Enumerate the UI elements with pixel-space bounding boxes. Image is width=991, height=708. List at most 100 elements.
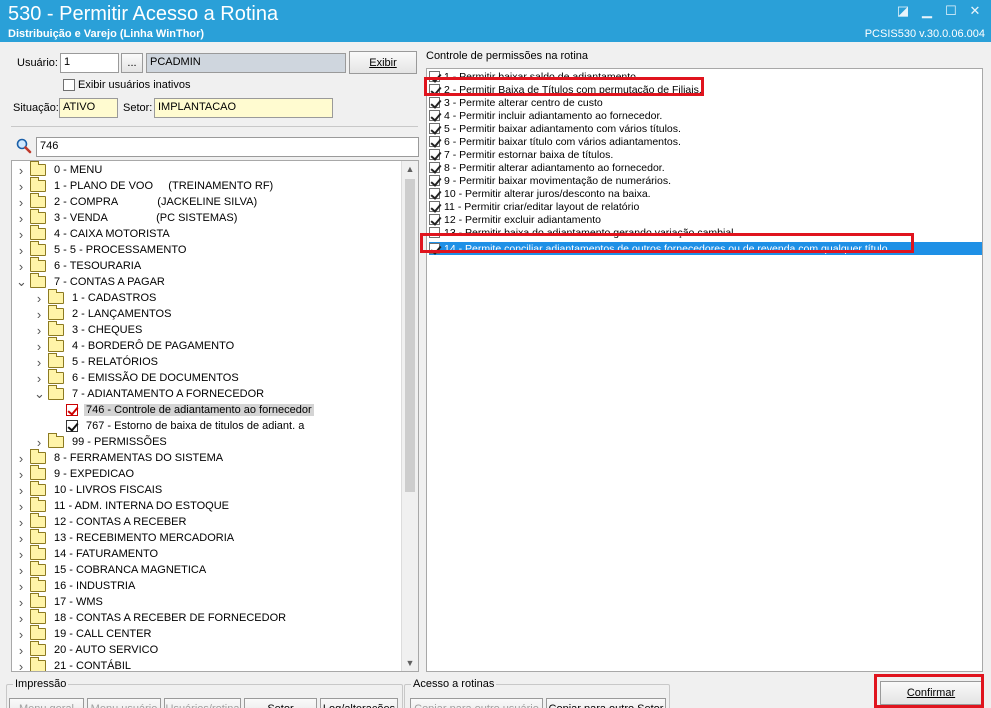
tree-node[interactable]: › 18 - CONTAS A RECEBER DE FORNECEDOR (16, 609, 288, 626)
tree-node[interactable]: › 13 - RECEBIMENTO MERCADORIA (16, 529, 236, 546)
tree-node[interactable]: › 2 - COMPRA (JACKELINE SILVA) (16, 193, 259, 210)
tree-node[interactable]: › 1 - PLANO DE VOO (TREINAMENTO RF) (16, 177, 275, 194)
search-input[interactable]: 746 (36, 137, 419, 157)
tree-node[interactable]: › 5 - 5 - PROCESSAMENTO (16, 241, 188, 258)
tree-node[interactable]: › 21 - CONTÁBIL (16, 657, 133, 672)
tree-node[interactable]: › 17 - WMS (16, 593, 105, 610)
scroll-down-icon[interactable]: ▼ (402, 655, 418, 671)
permission-item[interactable]: 8 - Permitir alterar adiantamento ao for… (429, 161, 982, 174)
tree-node[interactable]: › 3 - CHEQUES (34, 321, 144, 338)
minimize-icon[interactable]: ▁ (919, 3, 935, 19)
tree-node[interactable]: › 12 - CONTAS A RECEBER (16, 513, 188, 530)
chevron-right-icon[interactable]: › (16, 211, 26, 226)
tree-node[interactable]: › 11 - ADM. INTERNA DO ESTOQUE (16, 497, 231, 514)
print-menu-general-button[interactable]: Menu geral (9, 698, 84, 708)
tree-scrollbar[interactable]: ▲ ▼ (401, 161, 418, 671)
chevron-right-icon[interactable]: › (16, 243, 26, 258)
copy-to-user-button[interactable]: Copiar para outro usuário (410, 698, 543, 708)
tree-node[interactable]: › 15 - COBRANCA MAGNETICA (16, 561, 208, 578)
chevron-right-icon[interactable]: › (16, 659, 26, 672)
permission-checkbox[interactable] (429, 214, 440, 225)
chevron-right-icon[interactable]: › (16, 451, 26, 466)
tree-node[interactable]: › 3 - VENDA (PC SISTEMAS) (16, 209, 239, 226)
print-sector-button[interactable]: Setor (244, 698, 317, 708)
permission-checkbox[interactable] (429, 201, 440, 212)
chevron-right-icon[interactable]: › (16, 643, 26, 658)
chevron-right-icon[interactable]: › (16, 467, 26, 482)
chevron-right-icon[interactable]: › (16, 595, 26, 610)
print-users-routine-button[interactable]: Usuários/rotina (164, 698, 241, 708)
user-browse-button[interactable]: ... (121, 53, 143, 73)
restore-icon[interactable]: ◪ (895, 3, 911, 19)
tree-node[interactable]: › 1 - CADASTROS (34, 289, 158, 306)
chevron-right-icon[interactable]: › (34, 371, 44, 386)
permission-item[interactable]: 5 - Permitir baixar adiantamento com vár… (429, 122, 982, 135)
permission-item[interactable]: 9 - Permitir baixar movimentação de nume… (429, 174, 982, 187)
print-menu-user-button[interactable]: Menu usuário (87, 698, 161, 708)
show-inactive-checkbox[interactable] (63, 79, 75, 91)
chevron-right-icon[interactable]: › (16, 515, 26, 530)
permission-checkbox[interactable] (429, 97, 440, 108)
chevron-right-icon[interactable]: › (16, 259, 26, 274)
permission-item[interactable]: 14 - Permite conciliar adiantamentos de … (429, 242, 982, 255)
chevron-right-icon[interactable]: › (34, 307, 44, 322)
show-inactive-option[interactable]: Exibir usuários inativos (63, 79, 191, 91)
chevron-right-icon[interactable]: › (34, 323, 44, 338)
permission-item[interactable]: 13 - Permitir baixa do adiantamento gera… (429, 226, 982, 239)
permissions-list[interactable]: 1 - Permitir baixar saldo de adiantament… (426, 68, 983, 672)
permission-checkbox[interactable] (429, 136, 440, 147)
permission-item[interactable]: 6 - Permitir baixar título com vários ad… (429, 135, 982, 148)
tree-node[interactable]: › 20 - AUTO SERVICO (16, 641, 160, 658)
permission-checkbox[interactable] (429, 149, 440, 160)
scroll-thumb[interactable] (405, 179, 415, 492)
tree-node[interactable]: › 14 - FATURAMENTO (16, 545, 160, 562)
chevron-right-icon[interactable]: › (34, 355, 44, 370)
permission-item[interactable]: 12 - Permitir excluir adiantamento (429, 213, 982, 226)
chevron-right-icon[interactable]: › (34, 339, 44, 354)
tree-node[interactable]: › 9 - EXPEDICAO (16, 465, 136, 482)
tree-node[interactable]: › 2 - LANÇAMENTOS (34, 305, 173, 322)
permission-item[interactable]: 1 - Permitir baixar saldo de adiantament… (429, 70, 982, 83)
tree-node[interactable]: › 0 - MENU (16, 161, 104, 178)
show-button[interactable]: Exibir (349, 51, 417, 74)
permission-item[interactable]: 4 - Permitir incluir adiantamento ao for… (429, 109, 982, 122)
copy-to-sector-button[interactable]: Copiar para outro Setor (546, 698, 666, 708)
chevron-right-icon[interactable]: › (16, 611, 26, 626)
permission-checkbox[interactable] (429, 162, 440, 173)
tree-node[interactable]: ⌄ 7 - ADIANTAMENTO A FORNECEDOR (34, 385, 266, 402)
tree-node[interactable]: ⌄ 7 - CONTAS A PAGAR (16, 273, 167, 290)
close-icon[interactable]: ✕ (967, 3, 983, 19)
tree-node[interactable]: › 16 - INDUSTRIA (16, 577, 137, 594)
tree-node[interactable]: 767 - Estorno de baixa de titulos de adi… (52, 418, 306, 434)
tree-node[interactable]: › 99 - PERMISSÕES (34, 433, 169, 450)
chevron-right-icon[interactable]: › (16, 499, 26, 514)
routine-checkbox[interactable] (66, 420, 78, 432)
chevron-right-icon[interactable]: › (16, 179, 26, 194)
permission-checkbox[interactable] (429, 110, 440, 121)
chevron-down-icon[interactable]: ⌄ (34, 386, 45, 402)
tree-node[interactable]: › 4 - CAIXA MOTORISTA (16, 225, 172, 242)
permission-item[interactable]: 11 - Permitir criar/editar layout de rel… (429, 200, 982, 213)
chevron-right-icon[interactable]: › (34, 291, 44, 306)
tree-node[interactable]: › 6 - TESOURARIA (16, 257, 143, 274)
tree-node[interactable]: › 4 - BORDERÔ DE PAGAMENTO (34, 337, 236, 354)
permission-item[interactable]: 7 - Permitir estornar baixa de títulos. (429, 148, 982, 161)
permission-checkbox[interactable] (429, 188, 440, 199)
scroll-up-icon[interactable]: ▲ (402, 161, 418, 177)
permission-checkbox[interactable] (429, 175, 440, 186)
chevron-down-icon[interactable]: ⌄ (16, 274, 27, 290)
chevron-right-icon[interactable]: › (16, 531, 26, 546)
tree-node[interactable]: › 10 - LIVROS FISCAIS (16, 481, 164, 498)
chevron-right-icon[interactable]: › (16, 483, 26, 498)
routine-checkbox[interactable] (66, 404, 78, 416)
permission-item[interactable]: 2 - Permitir Baixa de Títulos com permut… (429, 83, 982, 96)
tree-node[interactable]: › 8 - FERRAMENTAS DO SISTEMA (16, 449, 225, 466)
user-id-field[interactable]: 1 (60, 53, 119, 73)
chevron-right-icon[interactable]: › (16, 579, 26, 594)
chevron-right-icon[interactable]: › (16, 627, 26, 642)
permission-item[interactable]: 3 - Permite alterar centro de custo (429, 96, 982, 109)
permission-checkbox[interactable] (429, 227, 440, 238)
chevron-right-icon[interactable]: › (16, 195, 26, 210)
chevron-right-icon[interactable]: › (16, 163, 26, 178)
confirm-button[interactable]: Confirmar (880, 681, 982, 705)
